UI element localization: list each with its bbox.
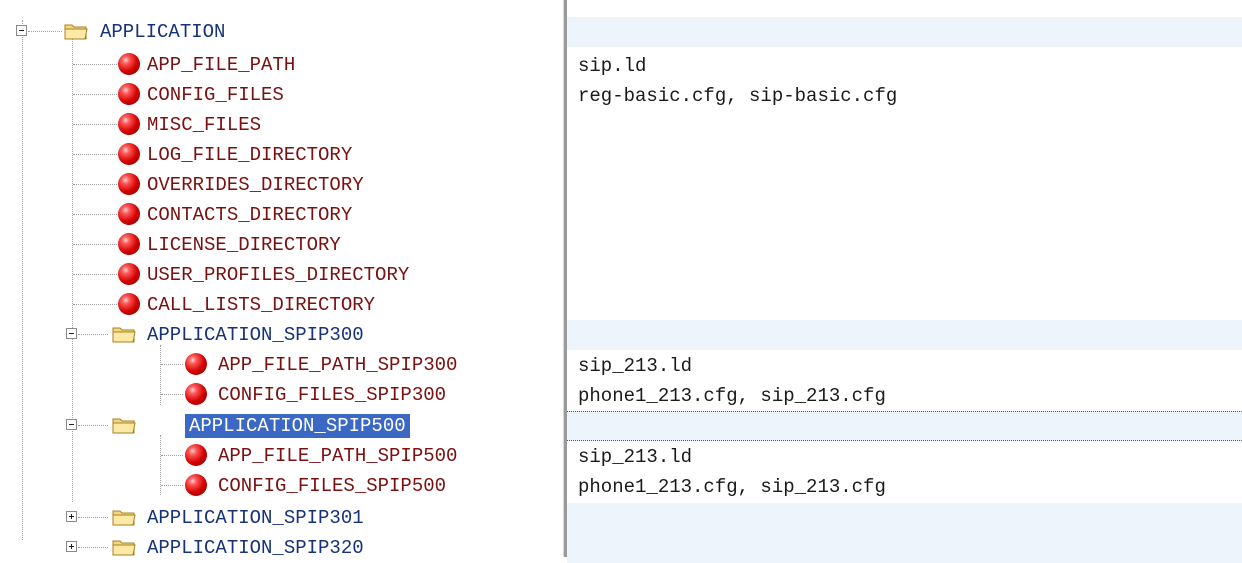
tree-node-label: APPLICATION_SPIP301 xyxy=(147,507,364,529)
red-ball-icon xyxy=(185,474,207,496)
tree-node-application-spip301[interactable]: APPLICATION_SPIP301 xyxy=(0,503,562,533)
red-ball-icon xyxy=(118,53,140,75)
value-row[interactable]: sip.ld xyxy=(567,50,1242,80)
value-row[interactable]: phone1_213.cfg, sip_213.cfg xyxy=(567,380,1242,410)
tree-connector xyxy=(161,455,183,456)
tree-connector xyxy=(78,517,108,518)
tree-connector xyxy=(78,425,108,426)
param-label: OVERRIDES_DIRECTORY xyxy=(147,174,364,196)
tree-connector xyxy=(73,274,117,275)
folder-icon xyxy=(112,510,136,526)
tree-connector xyxy=(28,31,62,32)
value-row[interactable]: phone1_213.cfg, sip_213.cfg xyxy=(567,471,1242,501)
value-text: sip_213.ld xyxy=(578,355,693,377)
tree-node-param[interactable]: LOG_FILE_DIRECTORY xyxy=(0,140,562,170)
param-label: CONFIG_FILES_SPIP300 xyxy=(218,384,447,406)
tree-connector xyxy=(73,184,117,185)
red-ball-icon xyxy=(118,83,140,105)
tree-node-application-spip320[interactable]: APPLICATION_SPIP320 xyxy=(0,533,562,563)
value-row[interactable]: reg-basic.cfg, sip-basic.cfg xyxy=(567,80,1242,110)
param-label: USER_PROFILES_DIRECTORY xyxy=(147,264,410,286)
folder-icon xyxy=(64,24,88,40)
value-row-application-spip301[interactable] xyxy=(567,503,1242,533)
folder-icon xyxy=(112,540,136,556)
tree-node-application-spip300[interactable]: APPLICATION_SPIP300 xyxy=(0,320,562,350)
config-tree-pane[interactable]: APPLICATION APP_FILE_PATH CONFIG_FILES M… xyxy=(0,0,562,558)
tree-connector xyxy=(73,124,117,125)
tree-connector xyxy=(73,244,117,245)
tree-connector xyxy=(78,547,108,548)
red-ball-icon xyxy=(118,293,140,315)
red-ball-icon xyxy=(118,113,140,135)
value-row-application-spip300[interactable] xyxy=(567,320,1242,350)
value-row-application[interactable] xyxy=(567,17,1242,47)
param-label: APP_FILE_PATH_SPIP500 xyxy=(218,445,458,467)
value-text: sip_213.ld xyxy=(578,446,693,468)
tree-node-param[interactable]: OVERRIDES_DIRECTORY xyxy=(0,170,562,200)
param-label: APP_FILE_PATH xyxy=(147,54,296,76)
tree-connector xyxy=(161,364,183,365)
value-row[interactable]: sip_213.ld xyxy=(567,441,1242,471)
folder-icon xyxy=(112,327,136,343)
tree-node-param[interactable]: LICENSE_DIRECTORY xyxy=(0,230,562,260)
param-label: CONFIG_FILES_SPIP500 xyxy=(218,475,447,497)
red-ball-icon xyxy=(118,143,140,165)
param-label: MISC_FILES xyxy=(147,114,262,136)
tree-node-param[interactable]: CALL_LISTS_DIRECTORY xyxy=(0,290,562,320)
red-ball-icon xyxy=(118,263,140,285)
red-ball-icon xyxy=(118,173,140,195)
tree-node-param[interactable]: CONFIG_FILES xyxy=(0,80,562,110)
expand-toggle[interactable] xyxy=(66,511,77,522)
tree-node-application[interactable]: APPLICATION xyxy=(0,17,562,47)
tree-node-application-spip500[interactable]: APPLICATION_SPIP500 xyxy=(0,411,562,441)
tree-node-label: APPLICATION xyxy=(100,21,226,43)
collapse-toggle[interactable] xyxy=(66,419,77,430)
tree-connector xyxy=(78,334,108,335)
tree-node-param[interactable]: USER_PROFILES_DIRECTORY xyxy=(0,260,562,290)
value-row-application-spip500[interactable] xyxy=(567,411,1242,441)
red-ball-icon xyxy=(118,203,140,225)
tree-node-param[interactable]: APP_FILE_PATH_SPIP500 xyxy=(0,441,562,471)
param-label: LOG_FILE_DIRECTORY xyxy=(147,144,353,166)
tree-connector xyxy=(73,64,117,65)
param-label: CONTACTS_DIRECTORY xyxy=(147,204,353,226)
tree-node-param[interactable]: APP_FILE_PATH xyxy=(0,50,562,80)
tree-node-label: APPLICATION_SPIP320 xyxy=(147,537,364,559)
tree-connector xyxy=(73,304,117,305)
tree-connector xyxy=(73,94,117,95)
tree-node-label-selected: APPLICATION_SPIP500 xyxy=(185,414,410,438)
tree-connector xyxy=(73,154,117,155)
tree-node-param[interactable]: CONTACTS_DIRECTORY xyxy=(0,200,562,230)
tree-connector xyxy=(73,214,117,215)
collapse-toggle[interactable] xyxy=(16,25,27,36)
collapse-toggle[interactable] xyxy=(66,328,77,339)
tree-node-param[interactable]: CONFIG_FILES_SPIP300 xyxy=(0,380,562,410)
value-column-pane[interactable]: sip.ld reg-basic.cfg, sip-basic.cfg sip_… xyxy=(567,0,1242,563)
value-row[interactable]: sip_213.ld xyxy=(567,350,1242,380)
param-label: CONFIG_FILES xyxy=(147,84,284,106)
param-label: LICENSE_DIRECTORY xyxy=(147,234,341,256)
value-text: sip.ld xyxy=(578,55,647,77)
tree-connector xyxy=(161,485,183,486)
value-row-application-spip320[interactable] xyxy=(567,533,1242,563)
tree-node-param[interactable]: CONFIG_FILES_SPIP500 xyxy=(0,471,562,501)
red-ball-icon xyxy=(185,383,207,405)
value-text: phone1_213.cfg, sip_213.cfg xyxy=(578,476,886,498)
param-label: CALL_LISTS_DIRECTORY xyxy=(147,294,376,316)
tree-node-param[interactable]: MISC_FILES xyxy=(0,110,562,140)
red-ball-icon xyxy=(185,353,207,375)
value-text: phone1_213.cfg, sip_213.cfg xyxy=(578,385,886,407)
folder-icon xyxy=(112,418,136,434)
param-label: APP_FILE_PATH_SPIP300 xyxy=(218,354,458,376)
tree-node-param[interactable]: APP_FILE_PATH_SPIP300 xyxy=(0,350,562,380)
value-text: reg-basic.cfg, sip-basic.cfg xyxy=(578,85,898,107)
red-ball-icon xyxy=(118,233,140,255)
tree-node-label: APPLICATION_SPIP300 xyxy=(147,324,364,346)
red-ball-icon xyxy=(185,444,207,466)
tree-connector xyxy=(161,394,183,395)
expand-toggle[interactable] xyxy=(66,541,77,552)
